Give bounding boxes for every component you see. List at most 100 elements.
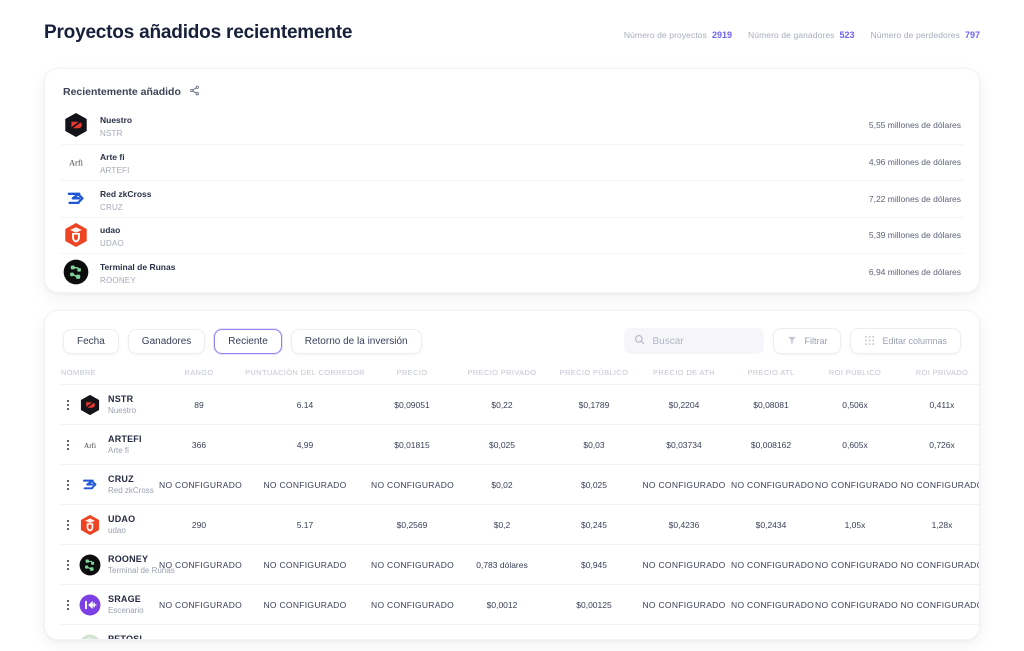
project-name-cell[interactable]: Arfi ARTEFI Arte fi: [61, 424, 157, 465]
share-icon[interactable]: [189, 83, 200, 101]
column-header-5[interactable]: PRECIO PÚBLICO: [549, 363, 639, 385]
row-menu-icon[interactable]: [63, 519, 72, 530]
cell-puntuaci-n-del-corredor: NO CONFIGURADO: [241, 464, 369, 505]
project-logo-rooney-icon: [63, 259, 89, 285]
project-logo-nstr-icon: [63, 112, 89, 138]
row-menu-icon[interactable]: [63, 399, 72, 410]
project-logo-nstr-icon: [79, 394, 101, 416]
stat-losers-label: Número de perdedores: [870, 30, 960, 40]
cell-roi-privado: NO CONFIGURADO: [897, 464, 979, 505]
project-identity: PETOSI petoshi: [63, 633, 155, 639]
table-row[interactable]: PETOSI petoshi 12673.56$1.095NO CONFIGUR…: [61, 624, 979, 639]
column-header-2[interactable]: PUNTUACIÓN DEL CORREDOR: [241, 363, 369, 385]
page-root: Proyectos añadidos recientemente Número …: [0, 0, 1024, 651]
cell-puntuaci-n-del-corredor: 4,99: [241, 424, 369, 465]
svg-text:Arfi: Arfi: [69, 158, 84, 168]
search-input[interactable]: [652, 335, 755, 347]
column-header-8[interactable]: ROI PÚBLICO: [813, 363, 897, 385]
project-logo-udao-icon: [79, 514, 101, 536]
cell-precio-privado: $0,22: [455, 384, 549, 425]
row-menu-icon[interactable]: [63, 599, 72, 610]
cell-precio: $0,2569: [369, 504, 455, 545]
row-menu-icon[interactable]: [63, 559, 72, 570]
project-name: Arte fi: [108, 445, 129, 455]
table-row[interactable]: SRAGE Escenario NO CONFIGURADO NO CONFIGU…: [61, 584, 979, 625]
stat-winners: Número de ganadores 523: [748, 30, 855, 40]
project-name-cell[interactable]: CRUZ Red zkCross: [61, 464, 157, 505]
cell-precio-de-ath: NO CONFIGURADO: [639, 584, 729, 625]
project-name-cell[interactable]: NSTR Nuestro: [61, 384, 157, 425]
cell-puntuaci-n-del-corredor: 3.56: [241, 624, 369, 639]
cell-precio-de-ath: $4.08: [639, 624, 729, 639]
recent-item[interactable]: Terminal de Runas ROONEY 6,94 millones d…: [61, 253, 963, 290]
project-identity: NSTR Nuestro: [63, 393, 155, 417]
column-header-3[interactable]: PRECIO: [369, 363, 455, 385]
table-row[interactable]: UDAO udao 290 5.17 $0,2569 $0,2 $0,245 $0,423…: [61, 504, 979, 545]
edit-columns-button[interactable]: Editar columnas: [850, 328, 961, 354]
cell-roi-privado: 0,411x: [897, 384, 979, 425]
recent-item-symbol: NSTR: [100, 129, 123, 139]
project-symbol: UDAO: [108, 513, 136, 524]
project-name-cell[interactable]: UDAO udao: [61, 504, 157, 545]
column-header-0[interactable]: NOMBRE: [61, 363, 157, 385]
grid-dots-icon: [864, 335, 875, 348]
projects-table: NOMBRE RANGO PUNTUACIÓN DEL CORREDOR PRECIO…: [61, 363, 979, 639]
recently-added-list: Nuestro NSTR 5,55 millones de dólares Ar…: [61, 107, 963, 290]
table-header-row: NOMBRE RANGO PUNTUACIÓN DEL CORREDOR PRECIO…: [61, 363, 979, 385]
cell-precio-atl: NO CONFIGURADO: [729, 464, 814, 505]
recent-item-symbol: CRUZ: [100, 202, 124, 212]
recent-item[interactable]: Nuestro NSTR 5,55 millones de dólares: [61, 107, 963, 144]
cell-puntuaci-n-del-corredor: 6.14: [241, 384, 369, 425]
page-header: Proyectos añadidos recientemente Número …: [24, 0, 1000, 58]
recent-item-value: 5,39 millones de dólares: [868, 230, 961, 241]
table-row[interactable]: ROONEY Terminal de Runas NO CONFIGURADO N…: [61, 544, 979, 585]
recent-item-name: udao: [100, 225, 121, 236]
project-name-cell[interactable]: SRAGE Escenario: [61, 584, 157, 625]
row-menu-icon[interactable]: [63, 479, 72, 490]
filter-label: Filtrar: [804, 336, 828, 346]
project-logo-srage-icon: [79, 594, 101, 616]
tab-retorno-de-la-inversi-n[interactable]: Retorno de la inversión: [290, 328, 422, 354]
cell-roi-p-blico: 0,506x: [813, 384, 897, 425]
tab-fecha[interactable]: Fecha: [63, 328, 119, 354]
edit-columns-label: Editar columnas: [882, 336, 947, 346]
cell-precio-p-blico: $0,00125: [549, 584, 639, 625]
column-header-7[interactable]: PRECIO ATL: [729, 363, 813, 385]
project-logo-udao-icon: [63, 222, 89, 248]
project-labels: UDAO udao: [108, 513, 135, 537]
column-header-6[interactable]: PRECIO DE ATH: [639, 363, 729, 385]
cell-precio-p-blico: $0,03: [549, 424, 639, 465]
tab-reciente[interactable]: Reciente: [214, 328, 282, 354]
column-header-9[interactable]: ROI PRIVADO: [897, 363, 979, 385]
column-header-4[interactable]: PRECIO PRIVADO: [455, 363, 549, 385]
recent-item[interactable]: Arfi Arte fi ARTEFI 4,96 millones de dól…: [61, 143, 963, 181]
search-box[interactable]: [624, 328, 765, 354]
table-row[interactable]: NSTR Nuestro 89 6.14 $0,09051 $0,22 $0,1789 $…: [61, 384, 979, 425]
cell-precio-de-ath: NO CONFIGURADO: [639, 464, 729, 505]
project-labels: SRAGE Escenario: [108, 593, 144, 617]
row-menu-icon[interactable]: [63, 439, 72, 450]
table-body: NSTR Nuestro 89 6.14 $0,09051 $0,22 $0,1789 $…: [61, 384, 979, 639]
table-row[interactable]: CRUZ Red zkCross NO CONFIGURADO NO CONFIG…: [61, 464, 979, 505]
column-header-1[interactable]: RANGO: [157, 363, 241, 385]
tab-ganadores[interactable]: Ganadores: [127, 328, 206, 354]
table-toolbar: Fecha Ganadores Reciente Retorno de la inve…: [61, 325, 963, 357]
cell-precio-p-blico: $0,025: [549, 464, 639, 505]
recent-item[interactable]: Red zkCross CRUZ 7,22 millones de dólare…: [61, 180, 963, 217]
filter-button[interactable]: Filtrar: [773, 328, 842, 354]
project-name-cell[interactable]: PETOSI petoshi: [61, 624, 157, 639]
recently-added-header: Recientemente añadido: [61, 81, 963, 107]
projects-table-card: Fecha Ganadores Reciente Retorno de la inve…: [44, 310, 980, 640]
project-name-cell[interactable]: ROONEY Terminal de Runas: [61, 544, 175, 585]
recent-item[interactable]: udao UDAO 5,39 millones de dólares: [61, 216, 963, 254]
cell-roi-privado: 1,28x: [897, 504, 979, 545]
project-logo-artefi-icon: Arfi: [63, 149, 89, 176]
cell-puntuaci-n-del-corredor: 5.17: [241, 504, 369, 545]
stat-losers: Número de perdedores 797: [871, 30, 980, 40]
cell-precio-privado: 0,783 dólares: [455, 544, 549, 585]
stat-losers-value: 797: [964, 30, 980, 40]
recent-item-value: 5,55 millones de dólares: [868, 120, 961, 131]
recent-item-value: 4,96 millones de dólares: [868, 157, 961, 168]
recent-item-meta: Arte fi ARTEFI: [100, 147, 869, 177]
table-row[interactable]: Arfi ARTEFI Arte fi 366 4,99 $0,01815 $0,02…: [61, 424, 979, 465]
